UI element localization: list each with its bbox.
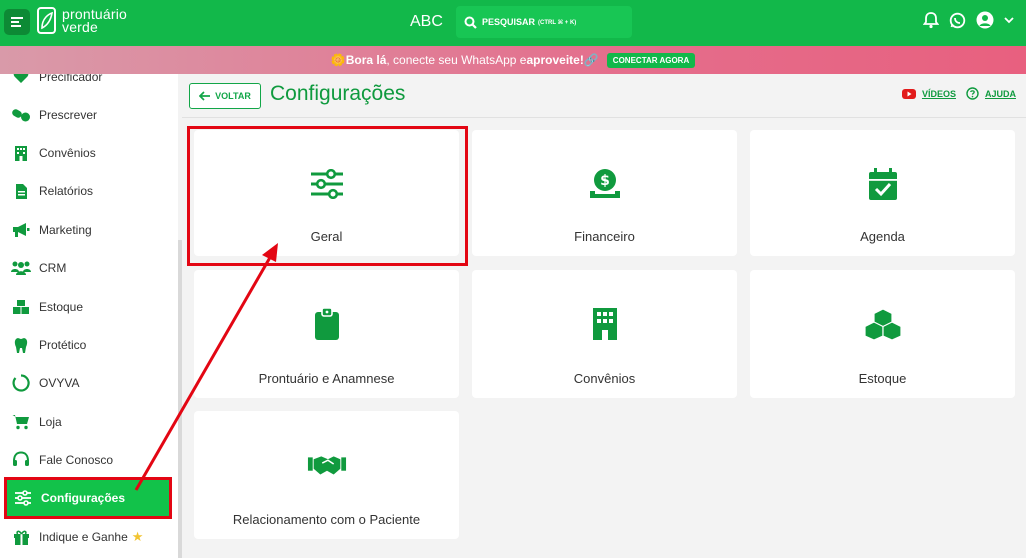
card-label: Agenda <box>860 229 905 244</box>
settings-card-convenios[interactable]: Convênios <box>472 270 737 398</box>
top-bar: prontuário verde ABC PESQUISAR (CTRL ⌘ +… <box>0 0 1026 46</box>
videos-link[interactable]: VÍDEOS <box>922 89 956 99</box>
promo-flower-emoji: 🌼 <box>330 53 346 67</box>
search-shortcut: (CTRL ⌘ + K) <box>538 19 577 26</box>
sidebar-item-label: CRM <box>39 261 67 275</box>
users-icon <box>11 258 31 278</box>
youtube-icon <box>901 88 916 99</box>
card-label: Relacionamento com o Paciente <box>232 512 421 527</box>
card-label: Prontuário e Anamnese <box>258 371 395 386</box>
bell-icon[interactable] <box>923 11 939 29</box>
sidebar-item-protetico[interactable]: Protético <box>0 326 178 364</box>
card-label: Convênios <box>573 371 636 386</box>
page-title: Configurações <box>270 82 406 105</box>
search-button[interactable]: PESQUISAR (CTRL ⌘ + K) <box>456 6 632 38</box>
help-circle-icon <box>966 87 979 100</box>
brand-logo[interactable]: prontuário verde <box>36 6 127 36</box>
heart-icon <box>11 74 31 87</box>
promo-strong-text-2: aproveite! <box>526 53 584 67</box>
menu-icon <box>11 17 23 27</box>
sidebar-item-ovyva[interactable]: OVYVA <box>0 364 178 402</box>
sidebar-item-estoque[interactable]: Estoque <box>0 288 178 326</box>
promo-middle-text: , conecte seu WhatsApp e <box>386 53 527 67</box>
calendar-check-icon <box>863 164 903 204</box>
ring-icon <box>11 373 31 393</box>
sidebar: Precificador Prescrever Convênios Relató… <box>0 74 178 558</box>
sidebar-item-label: Protético <box>39 338 87 352</box>
sidebar-item-label: Fale Conosco <box>39 453 114 467</box>
settings-card-prontuario-e-anamnese[interactable]: Prontuário e Anamnese <box>194 270 459 398</box>
sidebar-item-convenios[interactable]: Convênios <box>0 134 178 172</box>
money-hand-icon: $ <box>585 164 625 204</box>
settings-card-financeiro[interactable]: $ Financeiro <box>472 130 737 256</box>
sidebar-item-label: Loja <box>39 415 62 429</box>
settings-card-relacionamento-com-o-paciente[interactable]: Relacionamento com o Paciente <box>194 411 459 539</box>
handshake-icon <box>307 445 347 485</box>
whatsapp-promo-banner: 🌼 Bora lá , conecte seu WhatsApp e aprov… <box>0 46 1026 74</box>
account-name: ABC <box>410 13 443 30</box>
chevron-down-icon[interactable] <box>1004 16 1014 24</box>
top-icons <box>923 11 1014 29</box>
sidebar-item-label: Estoque <box>39 300 84 314</box>
settings-card-agenda[interactable]: Agenda <box>750 130 1015 256</box>
sidebar-item-precificador[interactable]: Precificador <box>0 74 178 96</box>
building-icon <box>585 304 625 344</box>
header-divider <box>182 117 1026 118</box>
back-button-label: VOLTAR <box>215 91 251 101</box>
sidebar-item-label: Marketing <box>39 223 92 237</box>
sidebar-item-label: Convênios <box>39 146 96 160</box>
promo-tail-text: 🔗 <box>583 53 599 67</box>
sliders-icon <box>13 488 33 508</box>
card-label: Estoque <box>858 371 907 386</box>
sidebar-item-label: Precificador <box>39 74 103 84</box>
highlight-box <box>187 126 468 266</box>
sidebar-item-configuracoes[interactable]: Configurações <box>4 477 172 519</box>
sidebar-item-label: Prescrever <box>39 108 98 122</box>
clipboard-icon <box>307 304 347 344</box>
user-avatar-icon[interactable] <box>976 11 994 29</box>
sidebar-item-fale-conosco[interactable]: Fale Conosco <box>0 441 178 479</box>
star-icon: ★ <box>131 529 144 544</box>
megaphone-icon <box>11 220 31 240</box>
help-link[interactable]: AJUDA <box>985 89 1016 99</box>
settings-card-estoque[interactable]: Estoque <box>750 270 1015 398</box>
sidebar-item-marketing[interactable]: Marketing <box>0 211 178 249</box>
sidebar-item-indique-e-ganhe[interactable]: Indique e Ganhe ★ <box>0 518 178 556</box>
sidebar-item-prescrever[interactable]: Prescrever <box>0 96 178 134</box>
boxes-icon <box>863 304 903 344</box>
search-icon <box>464 16 477 29</box>
svg-text:$: $ <box>600 173 610 189</box>
pills-icon <box>11 105 31 125</box>
promo-strong-text-1: Bora lá <box>345 53 387 67</box>
sidebar-item-crm[interactable]: CRM <box>0 249 178 287</box>
cart-icon <box>11 412 31 432</box>
leaf-logo-icon <box>37 7 56 34</box>
tooth-icon <box>11 335 31 355</box>
sidebar-item-label: Relatórios <box>39 184 94 198</box>
sidebar-item-label: Indique e Ganhe <box>39 530 128 544</box>
card-label: Financeiro <box>574 229 635 244</box>
headset-icon <box>11 450 31 470</box>
gift-icon <box>11 527 31 547</box>
sidebar-item-label: Configurações <box>41 491 126 505</box>
header-links: VÍDEOS AJUDA <box>901 87 1016 100</box>
boxes-icon <box>11 297 31 317</box>
whatsapp-icon[interactable] <box>949 12 966 29</box>
connect-now-button[interactable]: CONECTAR AGORA <box>606 52 696 68</box>
building-icon <box>11 143 31 163</box>
back-button[interactable]: VOLTAR <box>189 83 261 109</box>
sidebar-scrollbar[interactable] <box>178 240 182 558</box>
sidebar-item-relatorios[interactable]: Relatórios <box>0 172 178 210</box>
arrow-left-icon <box>199 91 211 101</box>
file-icon <box>11 181 31 201</box>
brand-name-line2: verde <box>62 19 99 35</box>
menu-toggle-button[interactable] <box>4 9 30 35</box>
sidebar-item-label: OVYVA <box>39 376 80 390</box>
sidebar-item-loja[interactable]: Loja <box>0 403 178 441</box>
search-label: PESQUISAR <box>482 17 536 27</box>
